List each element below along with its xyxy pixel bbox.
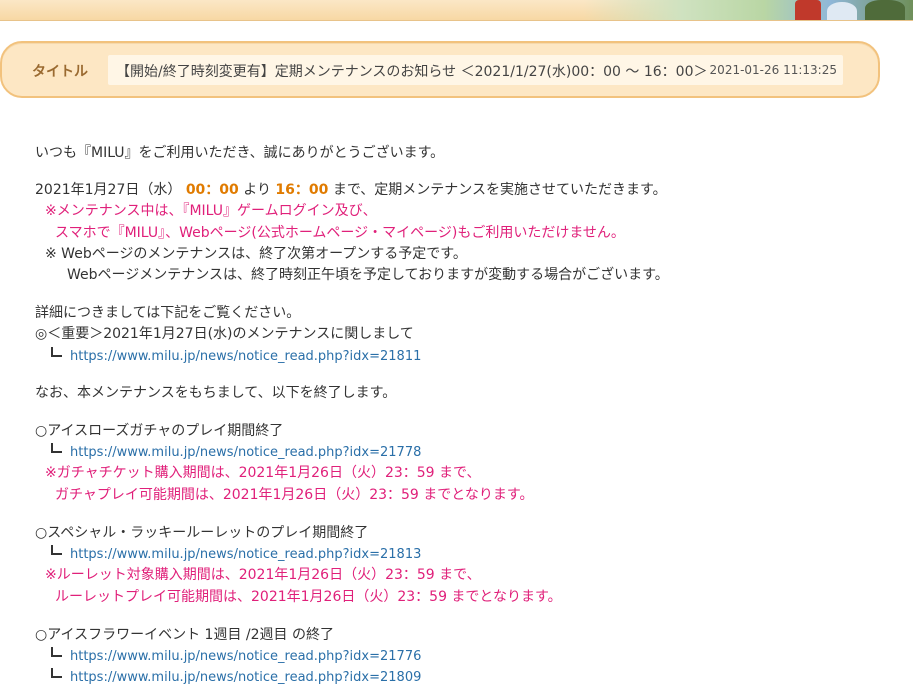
section-link-row: https://www.milu.jp/news/notice_read.php… [51,668,421,687]
corner-arrow-icon [51,347,62,357]
schedule-line: 2021年1月27日（水） 00：00 より 16：00 まで、定期メンテナンス… [35,181,667,199]
section-link[interactable]: https://www.milu.jp/news/notice_read.php… [70,445,421,460]
section-note: ※ルーレット対象購入期間は、2021年1月26日（火）23：59 まで、 [45,567,481,583]
notice-title: 【開始/終了時刻変更有】定期メンテナンスのお知らせ ＜2021/1/27(水)0… [116,64,708,80]
section-link[interactable]: https://www.milu.jp/news/notice_read.php… [70,649,421,664]
banner-tree-image [865,0,905,20]
banner-scenery-image [583,0,913,20]
important-link[interactable]: https://www.milu.jp/news/notice_read.php… [70,349,421,364]
warning-line-2: スマホで『MILU』、Webページ(公式ホームページ・マイページ)もご利用いただ… [55,225,625,241]
banner-character-image [827,2,857,20]
schedule-from-word: より [243,182,271,198]
end-intro: なお、本メンテナンスをもちまして、以下を終了します。 [35,385,397,401]
corner-arrow-icon [51,647,62,657]
section-title: ○アイスローズガチャのプレイ期間終了 [35,423,284,439]
section-link-row: https://www.milu.jp/news/notice_read.php… [51,545,421,564]
warning-line-1: ※メンテナンス中は、『MILU』ゲームログイン及び、 [45,203,377,219]
corner-arrow-icon [51,545,62,555]
header-banner [0,0,913,21]
notice-title-bar: タイトル 【開始/終了時刻変更有】定期メンテナンスのお知らせ ＜2021/1/2… [0,41,880,98]
section-link[interactable]: https://www.milu.jp/news/notice_read.php… [70,670,421,685]
section-link-row: https://www.milu.jp/news/notice_read.php… [51,647,421,666]
important-link-row: https://www.milu.jp/news/notice_read.php… [51,347,421,366]
section-note: ガチャプレイ可能期間は、2021年1月26日（火）23：59 までとなります。 [55,487,534,503]
banner-character-image [795,0,821,20]
section-link-row: https://www.milu.jp/news/notice_read.php… [51,443,421,462]
corner-arrow-icon [51,668,62,678]
section-note: ※ガチャチケット購入期間は、2021年1月26日（火）23：59 まで、 [45,465,481,481]
section-title: ○スペシャル・ラッキールーレットのプレイ期間終了 [35,525,369,541]
section-link[interactable]: https://www.milu.jp/news/notice_read.php… [70,547,421,562]
corner-arrow-icon [51,443,62,453]
title-label: タイトル [32,64,88,80]
title-box: 【開始/終了時刻変更有】定期メンテナンスのお知らせ ＜2021/1/27(水)0… [108,55,843,85]
note-line-1: ※ Webページのメンテナンスは、終了次第オープンする予定です。 [45,246,467,262]
schedule-end-time: 16：00 [275,182,329,198]
section-note: ルーレットプレイ可能期間は、2021年1月26日（火）23：59 までとなります… [55,589,562,605]
schedule-start-time: 00：00 [185,182,239,198]
notice-date: 2021-01-26 11:13:25 [709,63,837,77]
important-title: ◎＜重要＞2021年1月27日(水)のメンテナンスに関しまして [35,326,414,342]
section-title: ○アイスフラワーイベント 1週目 /2週目 の終了 [35,627,334,643]
schedule-suffix: まで、定期メンテナンスを実施させていただきます。 [332,182,667,198]
details-intro: 詳細につきましては下記をご覧ください。 [35,305,301,321]
schedule-date: 2021年1月27日（水） [35,182,182,198]
greeting-text: いつも『MILU』をご利用いただき、誠にありがとうございます。 [35,145,445,161]
note-line-2: Webページメンテナンスは、終了時刻正午頃を予定しておりますが変動する場合がござ… [67,267,669,283]
